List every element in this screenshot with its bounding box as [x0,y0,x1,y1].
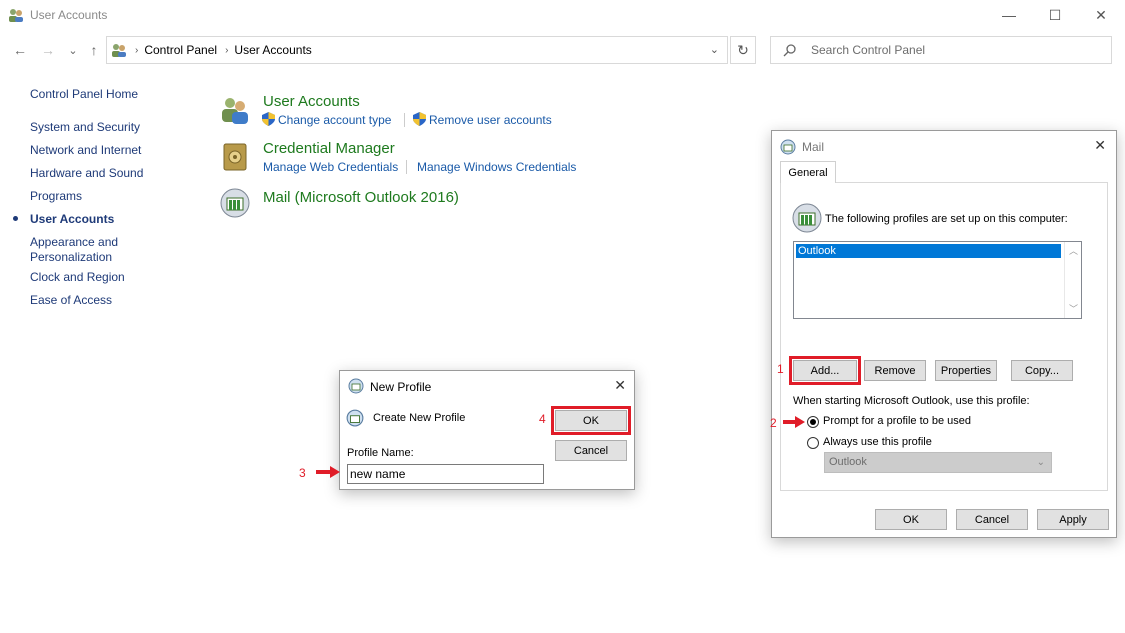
link-separator [406,160,407,174]
mail-dialog: Mail ✕ General The following profiles ar… [770,130,1117,538]
category-user-accounts[interactable]: User Accounts [263,93,360,110]
red-arrow-icon [316,466,340,478]
mail-icon [220,188,250,218]
scroll-down-icon[interactable]: ﹀ [1069,302,1078,315]
sidebar-item-network-internet[interactable]: Network and Internet [30,143,141,158]
step-3-annotation: 3 [299,466,306,480]
always-use-profile-label: Always use this profile [823,436,932,448]
mail-cancel-button[interactable]: Cancel [956,509,1028,530]
chevron-down-icon: ⌄ [1036,457,1045,468]
recent-locations-button[interactable]: ⌄ [63,40,83,60]
always-use-profile-radio[interactable] [807,437,819,449]
mail-dialog-title: Mail [802,140,825,154]
window-title-bar: User Accounts — ☐ ✕ [0,0,1125,30]
listbox-scrollbar[interactable]: ︿ ﹀ [1064,242,1081,318]
address-bar[interactable]: › Control Panel › User Accounts ⌄ [106,36,728,64]
profiles-listbox[interactable]: Outlook ︿ ﹀ [793,241,1082,319]
new-profile-cancel-button[interactable]: Cancel [555,440,627,461]
profile-name-input[interactable]: new name [347,464,544,484]
mail-ok-button[interactable]: OK [875,509,947,530]
minimize-button[interactable]: — [986,0,1032,30]
profile-name-label: Profile Name: [347,447,414,459]
scroll-up-icon[interactable]: ︿ [1069,244,1078,257]
sidebar-item-appearance[interactable]: Appearance and Personalization [30,235,118,265]
chevron-right-icon: › [135,44,139,56]
close-icon[interactable]: ✕ [1094,137,1106,154]
chevron-right-icon: › [225,44,229,56]
prompt-profile-label: Prompt for a profile to be used [823,415,971,427]
link-change-account-type[interactable]: Change account type [262,112,391,127]
refresh-icon: ↻ [737,41,749,58]
back-button[interactable]: ← [10,40,30,60]
sidebar-item-programs[interactable]: Programs [30,189,82,204]
users-icon [9,9,23,22]
close-icon[interactable]: ✕ [614,377,626,394]
prompt-profile-radio[interactable] [807,416,819,428]
maximize-button[interactable]: ☐ [1032,0,1078,30]
copy-profile-button[interactable]: Copy... [1011,360,1073,381]
uac-shield-icon [262,112,275,126]
refresh-button[interactable]: ↻ [730,36,756,64]
sidebar-item-ease-of-access[interactable]: Ease of Access [30,293,112,308]
chevron-down-icon[interactable]: ⌄ [710,43,719,56]
startup-label: When starting Microsoft Outlook, use thi… [793,395,1030,407]
search-placeholder: Search Control Panel [811,43,926,57]
mail-globe-icon [348,378,364,394]
user-accounts-icon [222,98,248,124]
step-4-annotation: 4 [539,412,546,426]
sidebar-item-system-security[interactable]: System and Security [30,120,140,135]
link-separator [404,113,405,127]
mail-profiles-icon [792,203,822,233]
category-mail[interactable]: Mail (Microsoft Outlook 2016) [263,189,459,206]
new-profile-dialog: New Profile ✕ Create New Profile 4 OK Ca… [339,370,635,490]
create-profile-heading: Create New Profile [373,412,466,424]
breadcrumb-control-panel[interactable]: Control Panel [144,43,217,57]
properties-button[interactable]: Properties [935,360,997,381]
remove-profile-button[interactable]: Remove [864,360,926,381]
mail-globe-icon [780,139,796,155]
close-button[interactable]: ✕ [1078,0,1124,30]
up-arrow-icon: ↑ [90,42,98,58]
sidebar-item-user-accounts[interactable]: User Accounts [30,212,114,227]
link-manage-web-credentials[interactable]: Manage Web Credentials [263,160,398,174]
forward-arrow-icon: → [41,42,55,58]
sidebar-item-clock-region[interactable]: Clock and Region [30,270,125,285]
maximize-icon: ☐ [1048,6,1062,23]
users-icon [112,44,126,57]
search-input[interactable]: Search Control Panel [770,36,1112,64]
chevron-down-icon: ⌄ [68,44,78,57]
forward-button[interactable]: → [38,40,58,60]
sidebar-item-control-panel-home[interactable]: Control Panel Home [30,87,138,102]
new-profile-title: New Profile [370,380,432,394]
red-arrow-icon [783,416,805,428]
default-profile-select: Outlook ⌄ [824,452,1052,473]
tab-general[interactable]: General [780,161,836,183]
step-2-annotation: 2 [770,416,777,430]
uac-shield-icon [413,112,426,126]
close-icon: ✕ [1095,6,1107,23]
mail-globe-icon [346,409,364,427]
profiles-label: The following profiles are set up on thi… [825,213,1068,225]
back-arrow-icon: ← [13,42,27,58]
up-button[interactable]: ↑ [84,40,104,60]
profile-item-outlook[interactable]: Outlook [796,244,1061,258]
add-profile-button[interactable]: Add... [789,356,861,385]
category-credential-manager[interactable]: Credential Manager [263,140,395,157]
mail-apply-button[interactable]: Apply [1037,509,1109,530]
search-icon [783,44,796,57]
link-remove-user-accounts[interactable]: Remove user accounts [413,112,552,127]
credential-manager-icon [223,143,247,171]
breadcrumb-user-accounts[interactable]: User Accounts [234,43,311,57]
window-title: User Accounts [30,8,108,22]
minimize-icon: — [1002,7,1016,23]
sidebar-item-hardware-sound[interactable]: Hardware and Sound [30,166,143,181]
current-item-bullet [13,216,18,221]
step-1-annotation: 1 [777,362,784,376]
new-profile-ok-button[interactable]: OK [551,406,631,435]
link-manage-windows-credentials[interactable]: Manage Windows Credentials [417,160,576,174]
